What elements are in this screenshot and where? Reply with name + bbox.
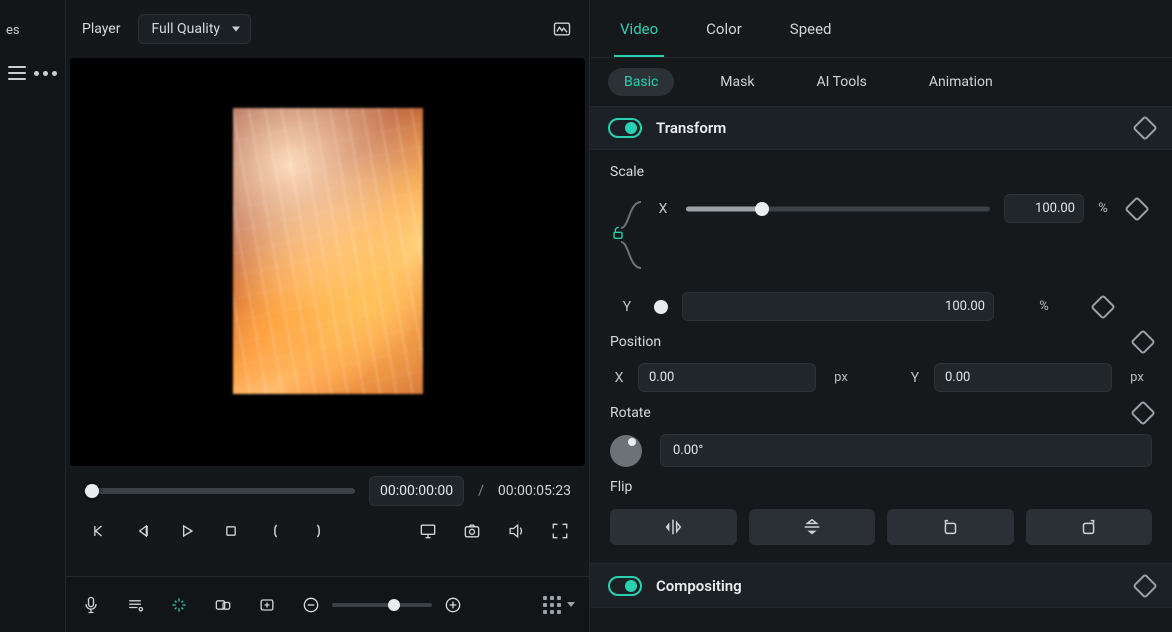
zoom-in-button[interactable] xyxy=(442,594,464,616)
subtab-ai[interactable]: AI Tools xyxy=(800,68,882,96)
flip-horizontal-button[interactable] xyxy=(610,509,737,545)
rotate-keyframe-button[interactable] xyxy=(1130,400,1155,425)
time-current[interactable]: 00:00:00:00 xyxy=(369,476,464,506)
player-label: Player xyxy=(82,21,120,37)
quality-dropdown[interactable]: Full Quality xyxy=(138,14,251,44)
rail-row[interactable] xyxy=(0,60,65,86)
left-rail: es xyxy=(0,0,66,632)
auto-enhance-button[interactable] xyxy=(168,594,190,616)
position-controls: X 0.00 px Y 0.00 px xyxy=(610,363,1152,392)
more-icon xyxy=(34,71,57,76)
compositing-toggle[interactable] xyxy=(608,576,642,596)
bottom-toolbar xyxy=(66,576,589,632)
position-y-unit: px xyxy=(1122,370,1152,385)
step-back-button[interactable] xyxy=(132,520,154,542)
scale-y-unit: % xyxy=(1004,299,1084,314)
display-settings-button[interactable] xyxy=(417,520,439,542)
tab-color[interactable]: Color xyxy=(704,2,744,56)
rotate-input[interactable]: 0.00° xyxy=(660,434,1152,467)
scale-x-value[interactable]: 100.00 xyxy=(1004,194,1084,223)
prev-frame-button[interactable] xyxy=(88,520,110,542)
scale-y-value[interactable]: 100.00 xyxy=(682,292,994,321)
flip-label: Flip xyxy=(610,479,1152,495)
time-total: 00:00:05:23 xyxy=(498,483,571,499)
scale-link-bracket xyxy=(610,194,644,276)
mark-out-button[interactable] xyxy=(308,520,330,542)
scale-lock-button[interactable] xyxy=(610,225,626,245)
compositing-title: Compositing xyxy=(656,577,742,595)
position-keyframe-button[interactable] xyxy=(1130,329,1155,354)
rail-tab-label: es xyxy=(0,0,65,60)
play-button[interactable] xyxy=(176,520,198,542)
rotate-controls: 0.00° xyxy=(610,434,1152,467)
timeline-slider[interactable] xyxy=(84,487,355,495)
preview-frame xyxy=(233,108,423,394)
stop-button[interactable] xyxy=(220,520,242,542)
rotate-ccw-button[interactable] xyxy=(1026,509,1153,545)
tab-speed[interactable]: Speed xyxy=(788,2,834,56)
scopes-icon[interactable] xyxy=(551,18,573,40)
zoom-control xyxy=(300,594,464,616)
subtab-basic[interactable]: Basic xyxy=(608,68,674,96)
scale-y-label: Y xyxy=(610,299,644,315)
inspector-panel: Video Color Speed Basic Mask AI Tools An… xyxy=(590,0,1172,632)
snapshot-button[interactable] xyxy=(461,520,483,542)
tab-video[interactable]: Video xyxy=(618,2,660,56)
position-x-input[interactable]: 0.00 xyxy=(638,363,816,392)
rotate-dial[interactable] xyxy=(610,435,642,467)
zoom-out-button[interactable] xyxy=(300,594,322,616)
position-x-unit: px xyxy=(826,370,856,385)
fullscreen-button[interactable] xyxy=(549,520,571,542)
position-y-input[interactable]: 0.00 xyxy=(934,363,1112,392)
position-y-label: Y xyxy=(906,370,924,386)
player-topbar: Player Full Quality xyxy=(66,0,589,58)
transport-bar xyxy=(84,520,571,542)
list-icon xyxy=(8,66,26,80)
mark-in-button[interactable] xyxy=(264,520,286,542)
scale-label: Scale xyxy=(610,164,1152,180)
inspector-tabs: Video Color Speed xyxy=(590,0,1172,58)
volume-button[interactable] xyxy=(505,520,527,542)
transition-button[interactable] xyxy=(212,594,234,616)
voiceover-button[interactable] xyxy=(80,594,102,616)
scale-x-keyframe-button[interactable] xyxy=(1124,196,1149,221)
transform-title: Transform xyxy=(656,119,726,137)
preview-viewport[interactable] xyxy=(70,58,585,466)
transform-header: Transform xyxy=(590,106,1172,150)
chevron-down-icon xyxy=(567,602,575,607)
rotate-cw-button[interactable] xyxy=(887,509,1014,545)
flip-vertical-button[interactable] xyxy=(749,509,876,545)
scale-x-slider[interactable] xyxy=(686,205,990,213)
compositing-header: Compositing xyxy=(590,564,1172,608)
music-button[interactable] xyxy=(124,594,146,616)
inspector-subtabs: Basic Mask AI Tools Animation xyxy=(590,58,1172,106)
transform-keyframe-button[interactable] xyxy=(1132,115,1157,140)
transform-toggle[interactable] xyxy=(608,118,642,138)
position-label: Position xyxy=(610,334,661,350)
scale-x-label: X xyxy=(654,201,672,217)
scale-y-slider[interactable] xyxy=(658,303,668,311)
subtab-mask[interactable]: Mask xyxy=(704,68,770,96)
time-separator: / xyxy=(478,483,484,499)
subtab-animation[interactable]: Animation xyxy=(913,68,1009,96)
view-options-button[interactable] xyxy=(543,596,575,614)
rotate-label: Rotate xyxy=(610,405,651,421)
player-panel: Player Full Quality 00:00:00:00 / 00:00:… xyxy=(66,0,590,632)
compositing-keyframe-button[interactable] xyxy=(1132,573,1157,598)
position-x-label: X xyxy=(610,370,628,386)
scale-x-unit: % xyxy=(1094,201,1112,216)
scale-controls: X 100.00 % Y 100.00 % xyxy=(610,194,1152,321)
flip-controls xyxy=(610,509,1152,545)
scale-y-keyframe-button[interactable] xyxy=(1090,294,1115,319)
zoom-slider[interactable] xyxy=(332,603,432,607)
player-controls: 00:00:00:00 / 00:00:05:23 xyxy=(66,466,589,576)
marker-button[interactable] xyxy=(256,594,278,616)
